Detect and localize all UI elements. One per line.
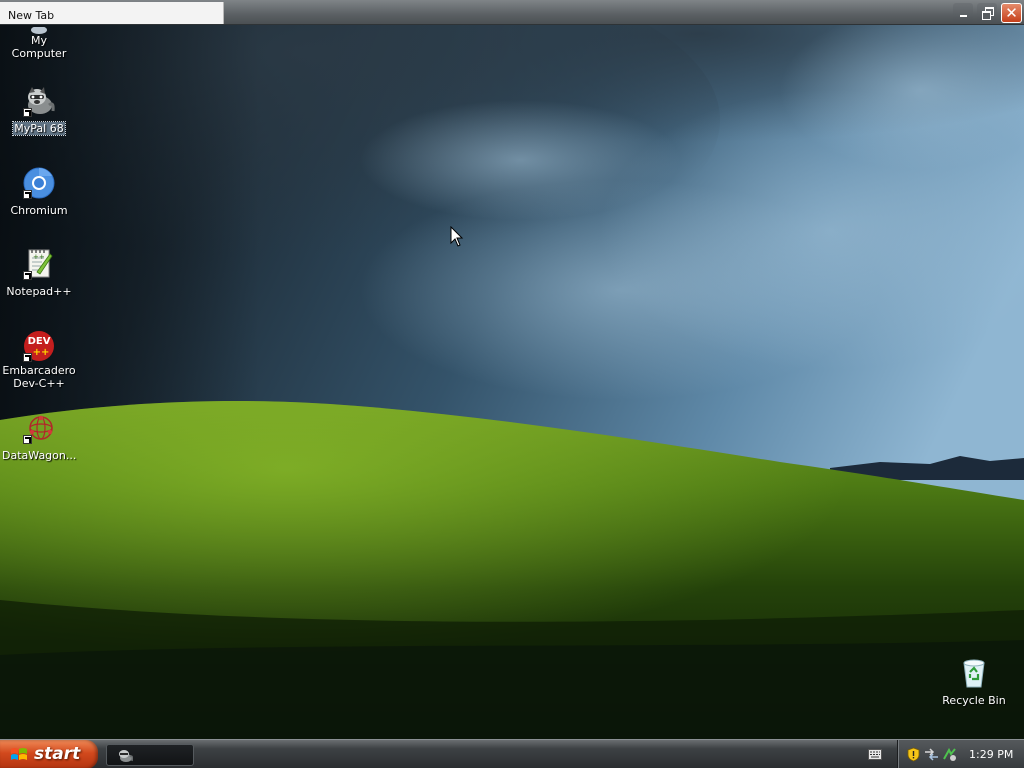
shortcut-arrow-icon — [23, 271, 32, 280]
system-tray: 1:29 PM — [897, 740, 1024, 768]
taskbar: start 1:29 PM — [0, 739, 1024, 768]
desktop-icon-label: Chromium — [10, 204, 68, 217]
keyboard-icon[interactable] — [868, 749, 882, 760]
shortcut-arrow-icon — [23, 108, 32, 117]
clock[interactable]: 1:29 PM — [969, 748, 1013, 761]
desktop-screen: New Tab ✕ My Computer MyPal 68 Chromium … — [0, 0, 1024, 768]
dev-icon-text: DEV — [28, 336, 51, 347]
start-button[interactable]: start — [0, 740, 98, 768]
chromium-icon — [23, 167, 55, 199]
minimize-button[interactable] — [953, 3, 973, 23]
mypal-icon — [119, 750, 133, 762]
desktop-icon-dev-cpp[interactable]: DEV ++ Embarcadero Dev-C++ — [1, 330, 77, 391]
mouse-cursor-icon — [450, 226, 464, 247]
close-button[interactable]: ✕ — [1001, 3, 1022, 23]
desktop-icon-label: Notepad++ — [6, 285, 72, 298]
desktop-icon-recycle-bin[interactable]: Recycle Bin — [936, 657, 1012, 708]
windows-flag-icon — [11, 748, 27, 760]
shortcut-arrow-icon — [23, 435, 32, 444]
datawagon-icon — [23, 412, 55, 444]
desktop-icon-notepad-plus-plus[interactable]: ++ Notepad++ — [1, 248, 77, 299]
close-icon: ✕ — [1005, 4, 1018, 22]
desktop-icon-label: DataWagon... — [2, 449, 77, 462]
svg-text:++: ++ — [33, 253, 45, 261]
tab-title: New Tab — [8, 9, 55, 22]
taskbar-item-mypal[interactable] — [106, 744, 194, 766]
notepad-plus-plus-icon: ++ — [23, 248, 55, 280]
desktop-icon-mypal[interactable]: MyPal 68 — [1, 85, 77, 136]
recycle-bin-icon — [958, 657, 990, 689]
shortcut-arrow-icon — [23, 190, 32, 199]
desktop-icon-my-computer[interactable]: My Computer — [1, 22, 77, 61]
security-shield-icon[interactable] — [906, 747, 921, 762]
desktop-icon-label: Recycle Bin — [942, 694, 1006, 707]
desktop-icon-label: MyPal 68 — [12, 121, 66, 136]
desktop-icon-label: Embarcadero Dev-C++ — [2, 364, 76, 390]
tab-new-tab[interactable]: New Tab — [0, 2, 224, 24]
desktop-icon-chromium[interactable]: Chromium — [1, 167, 77, 218]
dev-cpp-icon: DEV ++ — [23, 330, 55, 362]
dev-icon-subtext: ++ — [33, 347, 50, 358]
shortcut-arrow-icon — [23, 353, 32, 362]
restore-button[interactable] — [977, 3, 997, 23]
start-label: start — [34, 744, 81, 764]
connection-status-icon[interactable] — [942, 747, 957, 762]
browser-window-strip: New Tab ✕ — [0, 0, 1024, 25]
network-icon[interactable] — [924, 747, 939, 762]
mypal-icon — [23, 85, 55, 117]
desktop-wallpaper — [0, 0, 1024, 740]
desktop-icon-label: My Computer — [11, 34, 67, 60]
computer-icon — [23, 22, 55, 34]
desktop-icon-datawagon[interactable]: DataWagon... — [1, 412, 77, 463]
